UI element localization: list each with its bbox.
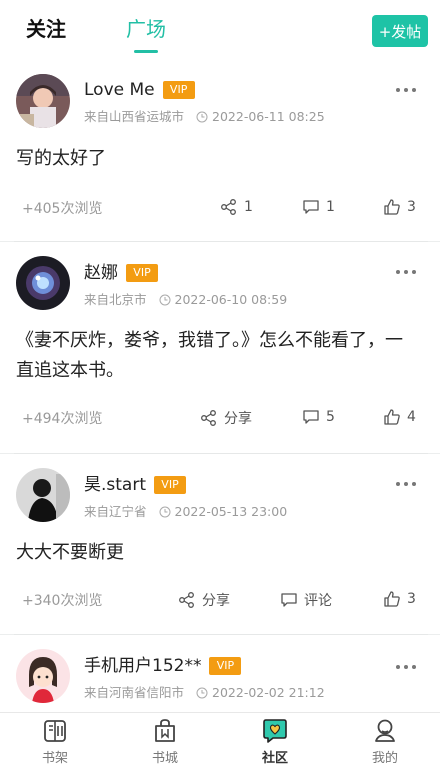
post-content[interactable]: 大大不要断更 [16, 538, 416, 568]
username[interactable]: 赵娜 VIP [84, 262, 158, 284]
post-card: 昊.start VIP 来自辽宁省 2022-05-13 23:00 大大不要断更 … [0, 454, 440, 635]
vip-badge: VIP [209, 657, 242, 675]
comment-label: 评论 [304, 593, 332, 609]
timestamp: 2022-02-02 21:12 [212, 685, 325, 700]
location-text: 来自山西省运城市 [84, 109, 185, 124]
clock-icon [159, 506, 171, 522]
like-button[interactable]: 4 [383, 408, 416, 426]
timestamp: 2022-06-11 08:25 [212, 109, 325, 124]
post-content[interactable]: 《妻不厌炸，娄爷，我错了。》怎么不能看了，一直追这本书。 [16, 326, 416, 386]
more-options-icon[interactable] [396, 665, 416, 671]
share-icon [201, 410, 216, 426]
bookstore-icon [155, 719, 175, 742]
share-icon [179, 592, 194, 608]
more-options-icon[interactable] [396, 88, 416, 94]
nav-label: 社区 [261, 751, 288, 766]
share-label: 分享 [202, 593, 230, 609]
clock-icon [159, 294, 171, 310]
nav-community[interactable]: 社区 [220, 713, 330, 770]
more-options-icon[interactable] [396, 482, 416, 488]
nav-label: 我的 [371, 751, 398, 766]
location-text: 来自辽宁省 [84, 504, 147, 519]
like-button[interactable]: 3 [383, 590, 416, 608]
avatar[interactable] [16, 74, 70, 128]
like-count: 4 [407, 409, 416, 425]
like-count: 3 [407, 591, 416, 607]
location-text: 来自河南省信阳市 [84, 685, 185, 700]
bottom-navigation: 书架 书城 社区 我的 [0, 712, 440, 770]
post-meta: 来自辽宁省 2022-05-13 23:00 [84, 504, 287, 522]
post-meta: 来自北京市 2022-06-10 08:59 [84, 292, 287, 310]
share-button[interactable]: 分享 [178, 590, 230, 610]
post-card: 赵娜 VIP 来自北京市 2022-06-10 08:59 《妻不厌炸，娄爷，我错了… [0, 242, 440, 454]
nav-bookstore[interactable]: 书城 [110, 713, 220, 770]
view-count: +494次浏览 [22, 411, 103, 427]
username[interactable]: 昊.start VIP [84, 474, 186, 496]
share-button[interactable]: 1 [220, 198, 253, 216]
timestamp: 2022-05-13 23:00 [174, 504, 288, 519]
clock-icon [196, 687, 208, 703]
share-label: 1 [244, 199, 253, 215]
view-count: +405次浏览 [22, 201, 103, 217]
nav-profile[interactable]: 我的 [330, 713, 440, 770]
vip-badge: VIP [154, 476, 186, 494]
timestamp: 2022-06-10 08:59 [174, 292, 288, 307]
community-icon [263, 719, 287, 743]
avatar[interactable] [16, 256, 70, 310]
bookshelf-icon [44, 720, 66, 742]
avatar[interactable] [16, 468, 70, 522]
top-bar: 关注 广场 +发帖 [0, 0, 440, 62]
share-label: 分享 [224, 411, 252, 427]
username[interactable]: 手机用户152** VIP [84, 655, 242, 677]
tab-follow[interactable]: 关注 [26, 16, 66, 42]
post-stats: +494次浏览 分享 5 4 [0, 406, 440, 430]
comment-icon [281, 593, 297, 607]
post-stats: +405次浏览 1 1 3 [0, 196, 440, 220]
comment-count: 1 [326, 199, 335, 215]
post-card: Love Me VIP 来自山西省运城市 2022-06-11 08:25 写的太好… [0, 62, 440, 242]
post-meta: 来自山西省运城市 2022-06-11 08:25 [84, 109, 325, 127]
comment-button[interactable]: 5 [302, 408, 335, 426]
like-button[interactable]: 3 [383, 198, 416, 216]
comment-count: 5 [326, 409, 335, 425]
nav-bookshelf[interactable]: 书架 [0, 713, 110, 770]
post-card: 手机用户152** VIP 来自河南省信阳市 2022-02-02 21:12 [0, 635, 440, 712]
like-count: 3 [407, 199, 416, 215]
username[interactable]: Love Me VIP [84, 79, 195, 101]
thumbs-up-icon [384, 409, 400, 425]
thumbs-up-icon [384, 591, 400, 607]
new-post-button[interactable]: +发帖 [372, 15, 428, 47]
comment-button[interactable]: 1 [302, 198, 335, 216]
share-button[interactable]: 分享 [200, 408, 252, 428]
tab-square[interactable]: 广场 [126, 16, 166, 42]
profile-icon [375, 719, 395, 742]
clock-icon [196, 111, 208, 127]
nav-label: 书城 [151, 751, 178, 766]
vip-badge: VIP [126, 264, 158, 282]
vip-badge: VIP [162, 81, 195, 99]
thumbs-up-icon [384, 199, 400, 215]
post-feed[interactable]: Love Me VIP 来自山西省运城市 2022-06-11 08:25 写的太好… [0, 62, 440, 712]
comment-icon [303, 200, 319, 214]
post-meta: 来自河南省信阳市 2022-02-02 21:12 [84, 685, 325, 703]
active-tab-indicator [134, 50, 158, 53]
post-stats: +340次浏览 分享 评论 3 [0, 588, 440, 612]
comment-button[interactable]: 评论 [280, 590, 332, 610]
more-options-icon[interactable] [396, 270, 416, 276]
avatar[interactable] [16, 649, 70, 703]
view-count: +340次浏览 [22, 593, 103, 609]
location-text: 来自北京市 [84, 292, 147, 307]
post-content[interactable]: 写的太好了 [16, 144, 416, 174]
nav-label: 书架 [41, 751, 68, 766]
comment-icon [303, 410, 319, 424]
share-icon [221, 199, 236, 215]
